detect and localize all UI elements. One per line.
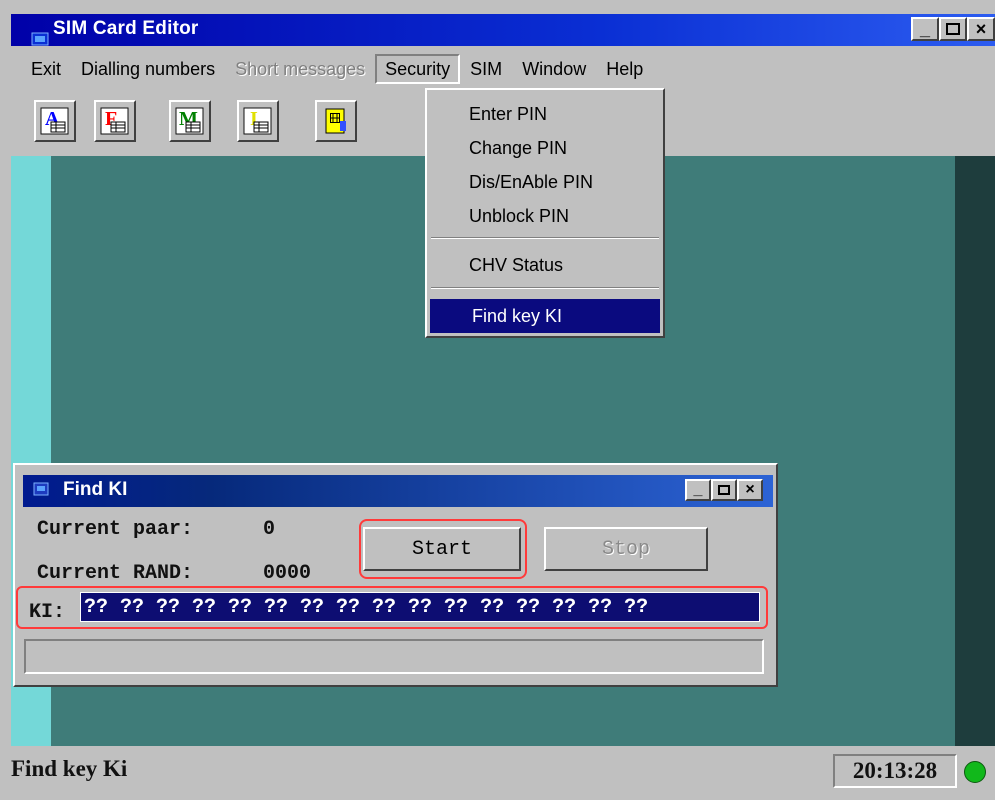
progress-field — [24, 639, 764, 674]
maximize-button[interactable] — [939, 17, 967, 41]
close-icon: × — [975, 19, 987, 39]
m-table-icon: M — [175, 107, 204, 135]
minimize-button[interactable]: _ — [911, 17, 939, 41]
maximize-icon — [946, 23, 960, 35]
minimize-icon: _ — [693, 481, 703, 498]
menu-item-exit[interactable]: Exit — [21, 54, 71, 84]
menu-unblock-pin[interactable]: Unblock PIN — [427, 199, 663, 233]
app-icon — [31, 32, 49, 46]
menu-item-help[interactable]: Help — [596, 54, 653, 84]
toolbar-button-m[interactable]: M — [169, 100, 211, 142]
menu-item-short-messages[interactable]: Short messages — [225, 54, 375, 84]
app-title: SIM Card Editor — [53, 18, 199, 39]
menu-separator — [431, 287, 659, 289]
menu-item-sim[interactable]: SIM — [460, 54, 512, 84]
menu-item-dialling-numbers[interactable]: Dialling numbers — [71, 54, 225, 84]
close-icon: × — [745, 481, 755, 498]
find-ki-title-bar[interactable]: Find KI _ × — [23, 475, 773, 507]
menu-item-security[interactable]: Security — [375, 54, 461, 84]
maximize-icon — [718, 485, 730, 495]
minimize-icon: _ — [919, 19, 930, 39]
close-button[interactable]: × — [967, 17, 995, 41]
menu-enter-pin[interactable]: Enter PIN — [427, 97, 663, 131]
a-table-icon: A — [40, 107, 69, 135]
menu-separator — [431, 237, 659, 239]
status-message: Find key Ki — [11, 756, 128, 781]
current-rand-value: 0000 — [263, 562, 312, 585]
find-ki-title: Find KI — [63, 479, 128, 500]
ki-value-field[interactable]: ?? ?? ?? ?? ?? ?? ?? ?? ?? ?? ?? ?? ?? ?… — [80, 592, 760, 622]
menu-bar: Exit Dialling numbers Short messages Sec… — [11, 50, 995, 88]
toolbar-button-sim[interactable] — [315, 100, 357, 142]
menu-chv-status[interactable]: CHV Status — [427, 248, 663, 282]
app-window: SIM Card Editor _ × Exit Dialling number… — [0, 0, 995, 800]
workspace-right-shadow — [955, 156, 995, 746]
current-paar-value: 0 — [263, 518, 276, 541]
menu-find-key-ki[interactable]: Find key KI — [430, 299, 660, 333]
menu-disenable-pin[interactable]: Dis/EnAble PIN — [427, 165, 663, 199]
toolbar-button-i[interactable]: I — [237, 100, 279, 142]
find-ki-minimize-button[interactable]: _ — [685, 479, 711, 501]
stop-button[interactable]: Stop — [544, 527, 708, 571]
find-ki-window-controls: _ × — [685, 479, 763, 501]
toolbar-button-f[interactable]: F — [94, 100, 136, 142]
sim-card-icon — [325, 108, 346, 134]
find-ki-close-button[interactable]: × — [737, 479, 763, 501]
menu-item-window[interactable]: Window — [512, 54, 596, 84]
window-controls: _ × — [911, 17, 995, 41]
current-paar-label: Current paar: — [37, 518, 194, 541]
menu-change-pin[interactable]: Change PIN — [427, 131, 663, 165]
current-rand-label: Current RAND: — [37, 562, 194, 585]
find-ki-icon — [33, 482, 49, 496]
f-table-icon: F — [100, 107, 129, 135]
status-bar: Find key Ki 20:13:28 — [11, 748, 995, 798]
status-time: 20:13:28 — [833, 754, 957, 788]
app-title-bar[interactable]: SIM Card Editor _ × — [11, 14, 995, 46]
status-indicator-icon — [964, 761, 986, 783]
security-dropdown: Enter PIN Change PIN Dis/EnAble PIN Unbl… — [425, 88, 665, 338]
start-button[interactable]: Start — [363, 527, 521, 571]
i-table-icon: I — [243, 107, 272, 135]
toolbar-button-a[interactable]: A — [34, 100, 76, 142]
find-ki-maximize-button[interactable] — [711, 479, 737, 501]
